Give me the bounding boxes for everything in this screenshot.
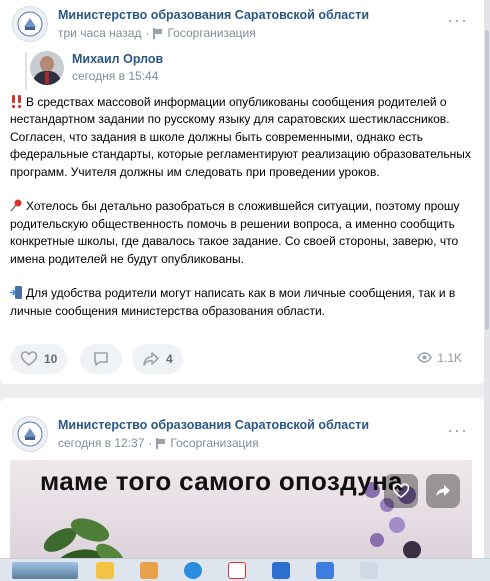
author-name[interactable]: Михаил Орлов bbox=[72, 52, 163, 66]
author-avatar[interactable] bbox=[30, 51, 64, 85]
ministry-emblem-icon bbox=[17, 421, 43, 447]
heart-icon bbox=[20, 351, 38, 366]
video-share-button[interactable] bbox=[426, 474, 460, 508]
edge-icon[interactable] bbox=[184, 562, 202, 579]
paint-icon[interactable] bbox=[140, 562, 158, 579]
views-count: 1.1K bbox=[437, 350, 462, 365]
scrollbar-thumb[interactable] bbox=[485, 30, 489, 330]
repost-divider bbox=[25, 52, 27, 90]
post-text: В средствах массовой информации опублико… bbox=[10, 94, 472, 338]
share-arrow-icon bbox=[436, 485, 450, 497]
post-source-meta: три часа назад · Госорганизация bbox=[58, 26, 256, 40]
app-icon[interactable] bbox=[272, 562, 290, 579]
post-card: Министерство образования Саратовской обл… bbox=[0, 0, 484, 384]
ministry-avatar[interactable] bbox=[12, 6, 48, 42]
org-badge: Госорганизация bbox=[167, 26, 256, 40]
ministry-emblem-icon bbox=[17, 11, 43, 37]
post-paragraph: Хотелось бы детально разобраться в сложи… bbox=[10, 199, 460, 266]
eye-icon bbox=[417, 352, 433, 363]
post-source-meta: сегодня в 12:37 · Госорганизация bbox=[58, 436, 259, 450]
post-card: Министерство образования Саратовской обл… bbox=[0, 398, 484, 558]
post-paragraph: В средствах массовой информации опублико… bbox=[10, 95, 471, 179]
post-time[interactable]: сегодня в 12:37 bbox=[58, 436, 144, 450]
landscape-widget[interactable] bbox=[12, 562, 78, 579]
more-dots-icon[interactable]: ··· bbox=[447, 10, 468, 31]
comment-button[interactable] bbox=[80, 344, 122, 374]
post-time[interactable]: три часа назад bbox=[58, 26, 141, 40]
org-badge: Госорганизация bbox=[170, 436, 259, 450]
author-time[interactable]: сегодня в 15:44 bbox=[72, 69, 158, 83]
flag-icon bbox=[156, 437, 166, 449]
video-caption: маме того самого опоздуна bbox=[40, 466, 403, 496]
scrollbar[interactable] bbox=[484, 0, 490, 558]
app-icon[interactable] bbox=[360, 562, 378, 579]
post-source-name[interactable]: Министерство образования Саратовской обл… bbox=[58, 418, 369, 432]
folder-icon[interactable] bbox=[96, 562, 114, 579]
video-like-button[interactable] bbox=[384, 474, 418, 508]
like-count: 10 bbox=[44, 352, 58, 366]
heart-icon bbox=[392, 483, 410, 498]
like-button[interactable]: 10 bbox=[10, 344, 68, 374]
app-icon[interactable] bbox=[316, 562, 334, 579]
ministry-avatar[interactable] bbox=[12, 416, 48, 452]
post-paragraph: Для удобства родители могут написать как… bbox=[10, 286, 456, 318]
views-counter: 1.1K bbox=[417, 350, 462, 365]
news-feed: Министерство образования Саратовской обл… bbox=[0, 0, 490, 558]
video-preview[interactable]: маме того самого опоздуна bbox=[10, 460, 472, 558]
more-dots-icon[interactable]: ··· bbox=[447, 420, 468, 441]
double-exclamation-icon bbox=[12, 95, 21, 108]
plant-decoration bbox=[43, 518, 124, 558]
post-source-name[interactable]: Министерство образования Саратовской обл… bbox=[58, 8, 369, 22]
share-button[interactable]: 4 bbox=[132, 344, 183, 374]
post-actions: 10 4 1.1K bbox=[10, 344, 470, 376]
share-count: 4 bbox=[166, 352, 173, 366]
yandex-icon[interactable] bbox=[228, 562, 246, 579]
pushpin-icon bbox=[10, 199, 22, 212]
comment-icon bbox=[94, 352, 108, 366]
taskbar bbox=[0, 558, 490, 581]
mobile-arrow-icon bbox=[10, 286, 22, 300]
flag-icon bbox=[153, 27, 163, 39]
share-arrow-icon bbox=[143, 352, 159, 366]
